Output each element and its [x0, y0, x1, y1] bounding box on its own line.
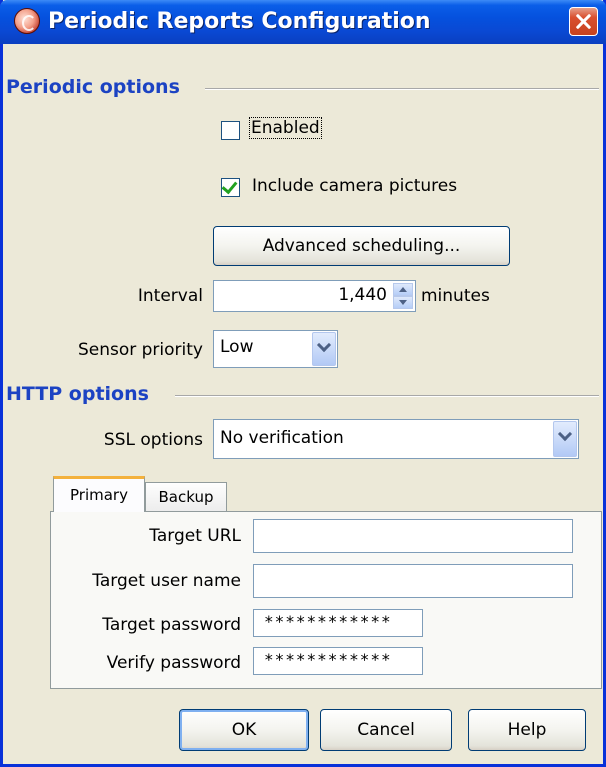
- close-button[interactable]: [569, 7, 598, 36]
- ssl-options-label: SSL options: [103, 430, 203, 450]
- ssl-options-select[interactable]: No verification: [213, 419, 579, 459]
- target-password-value: ************: [264, 612, 392, 631]
- chevron-down-icon[interactable]: [553, 421, 577, 457]
- include-camera-pictures-checkbox[interactable]: [221, 177, 240, 197]
- verify-password-label: Verify password: [106, 653, 241, 673]
- periodic-options-heading: Periodic options: [6, 76, 180, 98]
- enabled-checkbox[interactable]: [221, 121, 240, 140]
- http-options-heading: HTTP options: [6, 383, 149, 405]
- sensor-priority-select[interactable]: Low: [213, 330, 338, 368]
- target-user-name-input[interactable]: [253, 564, 573, 598]
- spinner-buttons: [393, 283, 413, 309]
- app-logo-icon: [14, 8, 40, 34]
- target-url-input[interactable]: [253, 519, 573, 553]
- interval-spinner[interactable]: 1,440: [213, 280, 416, 312]
- target-password-label: Target password: [102, 615, 241, 635]
- target-password-input[interactable]: ************: [253, 609, 423, 637]
- tab-backup[interactable]: Backup: [145, 482, 227, 512]
- interval-unit-label: minutes: [421, 286, 490, 306]
- include-camera-pictures-label[interactable]: Include camera pictures: [252, 176, 457, 196]
- window-title: Periodic Reports Configuration: [48, 9, 431, 34]
- ssl-options-value: No verification: [220, 428, 344, 448]
- target-user-name-label: Target user name: [92, 571, 241, 591]
- verify-password-input[interactable]: ************: [253, 647, 423, 675]
- interval-label: Interval: [137, 286, 203, 306]
- verify-password-value: ************: [264, 650, 392, 669]
- tab-primary[interactable]: Primary: [53, 476, 145, 512]
- title-bar[interactable]: Periodic Reports Configuration: [0, 0, 606, 44]
- help-button[interactable]: Help: [468, 709, 586, 751]
- spinner-up-icon[interactable]: [393, 283, 413, 296]
- section-divider: [205, 88, 599, 90]
- enabled-label[interactable]: Enabled: [249, 117, 322, 139]
- sensor-priority-label: Sensor priority: [77, 340, 203, 360]
- spinner-down-icon[interactable]: [393, 296, 413, 309]
- chevron-down-icon[interactable]: [312, 332, 336, 366]
- checkmark-icon: [221, 177, 238, 195]
- interval-value: 1,440: [338, 285, 387, 305]
- advanced-scheduling-button[interactable]: Advanced scheduling...: [213, 226, 510, 266]
- sensor-priority-value: Low: [220, 337, 254, 357]
- ok-button[interactable]: OK: [179, 709, 309, 751]
- dialog-window: Periodic Reports Configuration Periodic …: [0, 0, 606, 767]
- cancel-button[interactable]: Cancel: [320, 709, 452, 751]
- section-divider: [175, 395, 599, 397]
- target-url-label: Target URL: [149, 526, 241, 546]
